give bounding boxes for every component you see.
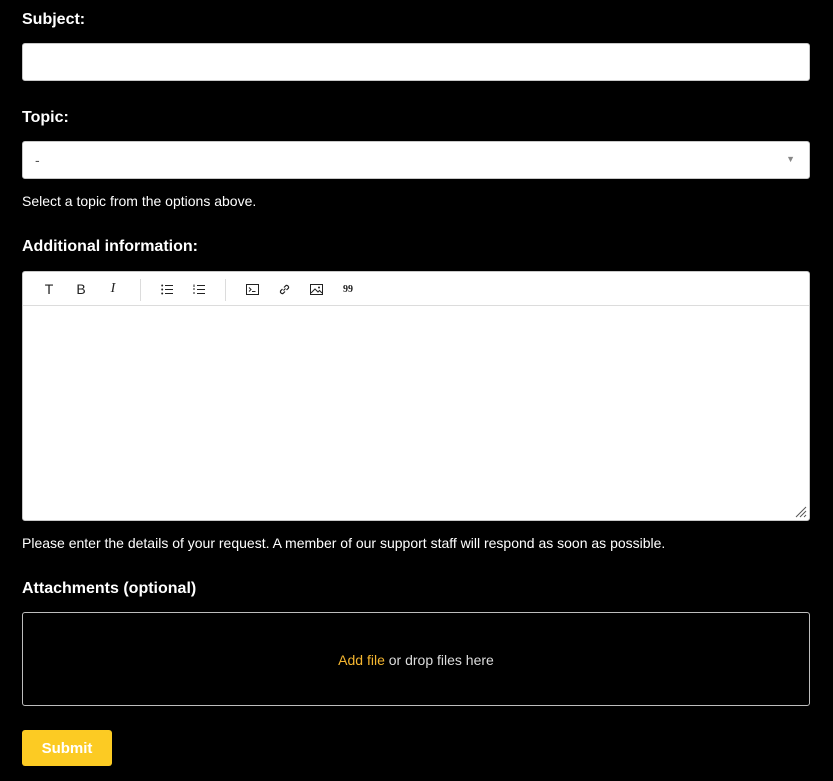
additional-info-label: Additional information: (22, 238, 198, 255)
bold-icon[interactable]: B (70, 278, 92, 300)
attachments-label: Attachments (optional) (22, 580, 197, 597)
text-icon[interactable]: T (38, 278, 60, 300)
resize-handle-icon[interactable] (793, 504, 807, 518)
link-icon[interactable] (273, 278, 295, 300)
rich-text-editor: T B I 99 (22, 271, 810, 521)
numbered-list-icon[interactable] (188, 278, 210, 300)
bulleted-list-icon[interactable] (156, 278, 178, 300)
image-icon[interactable] (305, 278, 327, 300)
add-file-link[interactable]: Add file (338, 652, 385, 668)
quote-icon[interactable]: 99 (337, 278, 359, 300)
subject-label: Subject: (22, 11, 86, 28)
italic-icon[interactable]: I (102, 278, 124, 300)
subject-input[interactable] (22, 43, 810, 81)
additional-info-textarea[interactable] (23, 306, 809, 520)
topic-label: Topic: (22, 109, 69, 126)
topic-select[interactable]: - ▼ (22, 141, 810, 179)
topic-selected-value: - (35, 152, 40, 168)
drop-files-text: or drop files here (384, 652, 494, 668)
toolbar-divider (225, 279, 226, 301)
code-block-icon[interactable] (241, 278, 263, 300)
toolbar-divider (140, 279, 141, 301)
submit-button[interactable]: Submit (22, 730, 112, 766)
topic-hint: Select a topic from the options above. (22, 193, 257, 209)
additional-info-hint: Please enter the details of your request… (22, 535, 666, 551)
dropdown-arrow-icon: ▼ (786, 154, 795, 164)
attachments-dropzone[interactable]: Add file or drop files here (22, 612, 810, 706)
dropzone-text: Add file or drop files here (23, 652, 809, 668)
editor-toolbar: T B I 99 (23, 272, 809, 306)
